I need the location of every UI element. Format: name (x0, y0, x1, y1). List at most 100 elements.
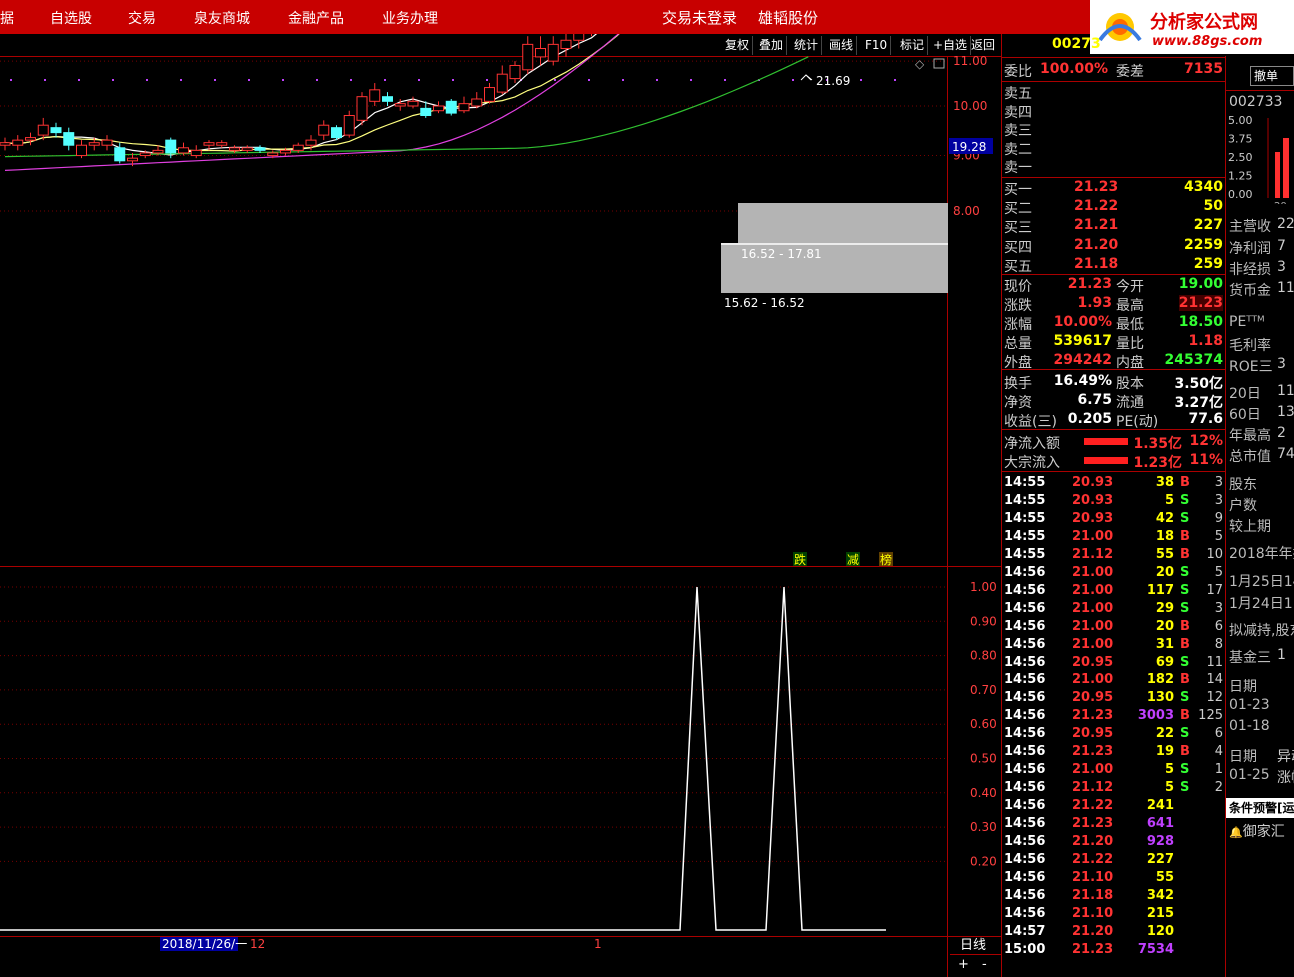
f10-row-label: PEᵀᵀᴹ (1229, 314, 1265, 330)
f10-code: 002733 (1229, 94, 1283, 110)
stat-value: 18.50 (1178, 314, 1223, 330)
tick-side: S (1180, 780, 1190, 796)
candle-body (267, 152, 279, 157)
mini-axis-label: 0.00 (1228, 188, 1253, 201)
zoom-out-icon[interactable]: - (982, 957, 987, 972)
tick-row: 14:56 20.95 69 S 11 (1002, 655, 1226, 673)
price-axis-label: 8.00 (953, 204, 980, 218)
tick-row: 14:56 21.00 182 B 14 (1002, 672, 1226, 690)
buy-level-row[interactable]: 买五 21.18 259 (1002, 256, 1226, 275)
buy-level-row[interactable]: 买四 21.20 2259 (1002, 237, 1226, 256)
trade-login-status[interactable]: 交易未登录 (662, 7, 737, 28)
tick-price: 21.22 (1072, 851, 1114, 867)
menu-item-trade[interactable]: 交易 (128, 8, 156, 28)
tick-row: 14:56 20.95 130 S 12 (1002, 690, 1226, 708)
stat-label: 涨跌 (1004, 298, 1032, 314)
signal-label-reduce: 减 (847, 553, 859, 567)
tick-time: 15:00 (1004, 941, 1046, 957)
signal-dots (10, 79, 896, 81)
tick-price: 20.93 (1072, 475, 1114, 490)
tick-count: 2 (1214, 780, 1223, 796)
buy-level-row[interactable]: 买三 21.21 227 (1002, 217, 1226, 236)
stat-label: 量比 (1116, 336, 1144, 352)
indicator-axis-label: 0.40 (970, 786, 997, 800)
ma60-line (4, 56, 809, 158)
f10-row-label: ROE三 (1229, 359, 1273, 375)
candle-body (254, 147, 266, 151)
f10-row: 20日 11 (1229, 383, 1294, 403)
tick-price: 21.20 (1072, 834, 1114, 849)
tick-price: 20.95 (1072, 690, 1114, 706)
window-toggle-icon[interactable] (933, 58, 945, 69)
tick-price: 21.10 (1072, 869, 1114, 885)
menu-item-mall[interactable]: 泉友商城 (194, 8, 250, 28)
quote-code-header: 00273 (1052, 36, 1101, 52)
menu-item-finance[interactable]: 金融产品 (288, 8, 344, 28)
tick-volume: 5 (1164, 780, 1174, 796)
tick-volume: 69 (1155, 654, 1174, 670)
f10-panel: 撤单 002733 5.00 3.75 2.50 1.25 0.00 20 主营收 22 净… (1225, 56, 1294, 977)
tick-row: 14:56 21.12 5 S 2 (1002, 780, 1226, 798)
buy-level-row[interactable]: 买二 21.22 50 (1002, 198, 1226, 217)
buy-level-volume: 227 (1193, 217, 1223, 234)
indicator-axis-label: 0.80 (970, 649, 997, 663)
candle-body (547, 43, 559, 62)
candle-body (76, 144, 87, 157)
f10-row-label: 1月24日11 (1229, 596, 1294, 612)
tick-row: 14:56 21.00 20 B 6 (1002, 619, 1226, 637)
candle-body (458, 103, 470, 112)
tick-row: 14:56 21.00 29 S 3 (1002, 601, 1226, 619)
tick-price: 21.00 (1072, 618, 1114, 634)
stat-label: 最高 (1116, 298, 1144, 314)
tick-price: 20.93 (1072, 492, 1114, 508)
tick-time: 14:56 (1004, 762, 1046, 778)
mini-axis-label: 5.00 (1228, 114, 1253, 127)
candle-body (305, 139, 317, 146)
sell-level-label: 卖五 (1004, 86, 1032, 102)
cancel-order-button[interactable]: 撤单 (1250, 66, 1294, 86)
zoom-in-icon[interactable]: + (958, 957, 969, 972)
tick-count: 12 (1206, 690, 1223, 706)
tick-time: 14:56 (1004, 726, 1046, 742)
diamond-icon[interactable]: ◇ (915, 57, 925, 71)
alert-title[interactable]: 条件预警[运行中] 总 (1226, 798, 1294, 818)
period-label[interactable]: 日线 (960, 938, 986, 953)
sell-level-row: 卖五 (1002, 83, 1226, 102)
tick-time: 14:56 (1004, 887, 1046, 903)
tick-volume: 7534 (1137, 941, 1174, 957)
tick-price: 21.18 (1072, 887, 1114, 903)
tick-count: 6 (1214, 618, 1223, 634)
tick-count: 4 (1214, 744, 1223, 760)
buy-level-volume: 2259 (1184, 236, 1223, 253)
menu-item-business[interactable]: 业务办理 (382, 8, 438, 28)
f10-row-label: 60日 (1229, 407, 1261, 423)
tick-count: 1 (1214, 762, 1223, 778)
buy-level-row[interactable]: 买一 21.23 4340 (1002, 179, 1226, 198)
menu-item-watchlist[interactable]: 自选股 (50, 8, 92, 28)
tick-row: 14:56 21.23 641 (1002, 816, 1226, 834)
tick-row: 14:56 21.00 31 B 8 (1002, 637, 1226, 655)
stat-value: 16.49% (1053, 373, 1112, 389)
buy-level-label: 买五 (1004, 258, 1032, 275)
f10-row: 01-23 (1229, 697, 1270, 713)
menu-item-data[interactable]: 据 (0, 8, 14, 28)
f10-row-label: 日期 (1229, 679, 1257, 695)
candlestick-chart[interactable]: 16.52 - 17.81 15.62 - 16.52 21.69 ◇ 20.0… (0, 34, 1001, 977)
candle-body (114, 147, 126, 162)
tick-count: 125 (1198, 708, 1223, 724)
tick-count: 17 (1206, 582, 1223, 598)
signal-dot (656, 79, 658, 81)
candle-body (573, 34, 585, 41)
sell-level-row: 卖一 (1002, 157, 1226, 176)
f10-row-label: 1月25日14 (1229, 574, 1294, 590)
f10-row-label: 主营收 (1229, 219, 1271, 235)
sell-level-row: 卖二 (1002, 139, 1226, 158)
f10-row-label: 01-18 (1229, 718, 1270, 734)
tick-row: 14:56 21.22 241 (1002, 798, 1226, 816)
f10-row: 较上期 (1229, 516, 1271, 536)
signal-dot (350, 79, 352, 81)
f10-row-value: 11 (1277, 280, 1294, 296)
alert-item[interactable]: 🔔御家汇 (1229, 821, 1285, 841)
money-flow-value: 1.35亿 (1133, 436, 1182, 452)
money-flow-row: 净流入额 1.35亿 12% (1002, 433, 1226, 452)
